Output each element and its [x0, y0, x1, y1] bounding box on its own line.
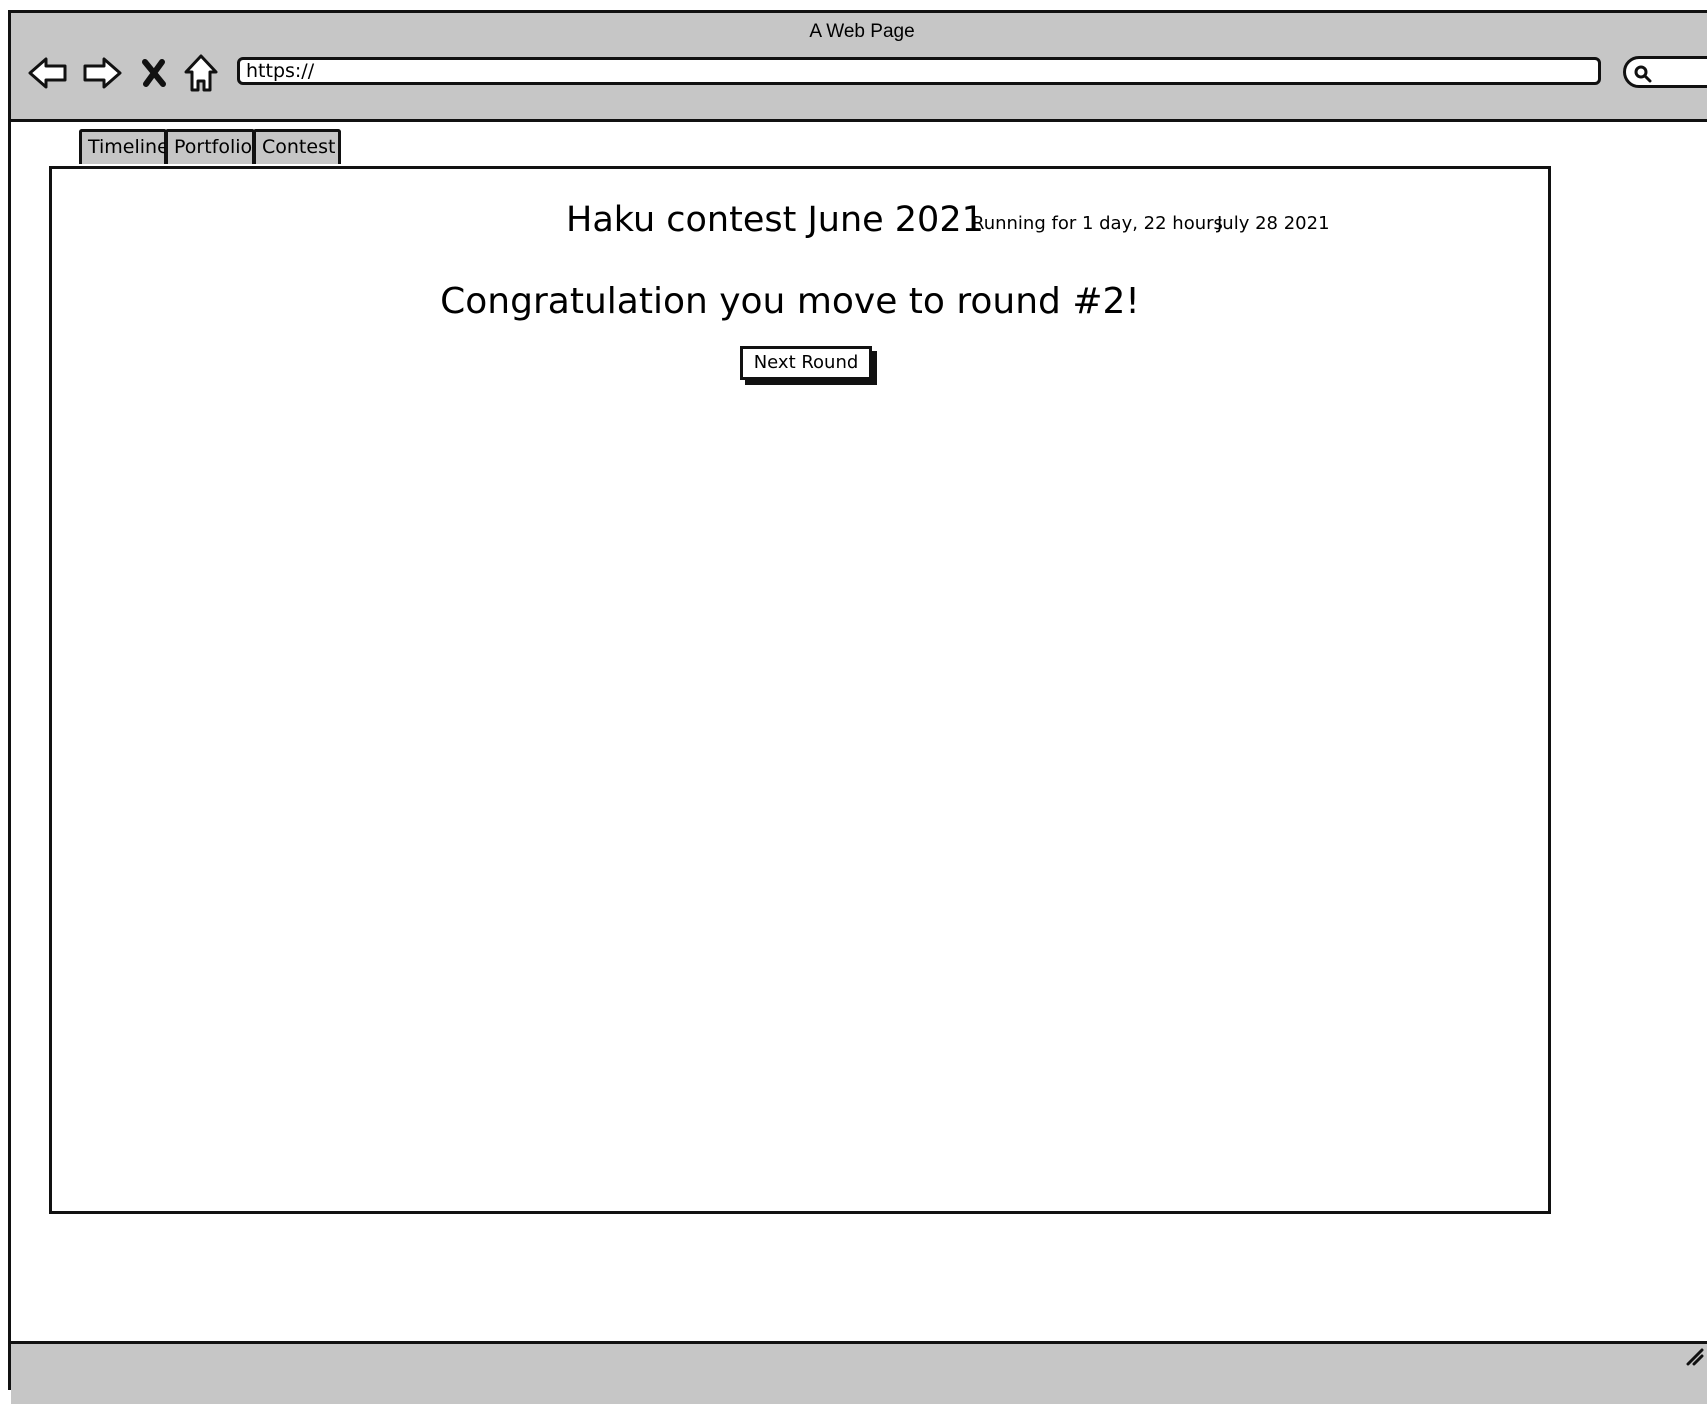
contest-panel: Haku contest June 2021 Running for 1 day… — [49, 166, 1551, 1214]
forward-arrow-icon[interactable] — [81, 55, 123, 96]
back-arrow-icon[interactable] — [27, 55, 69, 96]
resize-grip-icon[interactable] — [1686, 1348, 1704, 1371]
browser-chrome: A Web Page https:// — [11, 13, 1707, 122]
contest-title: Haku contest June 2021 — [566, 200, 984, 240]
close-x-icon[interactable] — [141, 59, 167, 92]
running-duration: Running for 1 day, 22 hours — [972, 213, 1223, 234]
contest-date: July 28 2021 — [1217, 213, 1330, 234]
window-title: A Web Page — [809, 21, 915, 42]
congratulation-message: Congratulation you move to round #2! — [440, 281, 1140, 322]
tab-contest[interactable]: Contest — [253, 129, 341, 164]
tab-portfolio[interactable]: Portfolio — [165, 129, 255, 164]
search-icon — [1634, 65, 1652, 83]
next-round-button[interactable]: Next Round — [740, 346, 872, 380]
home-icon[interactable] — [183, 53, 219, 98]
browser-window: A Web Page https:// Timeline Portfolio C… — [8, 10, 1707, 1404]
url-input[interactable]: https:// — [237, 57, 1601, 85]
search-field[interactable] — [1623, 56, 1707, 88]
tab-timeline[interactable]: Timeline — [79, 129, 169, 164]
